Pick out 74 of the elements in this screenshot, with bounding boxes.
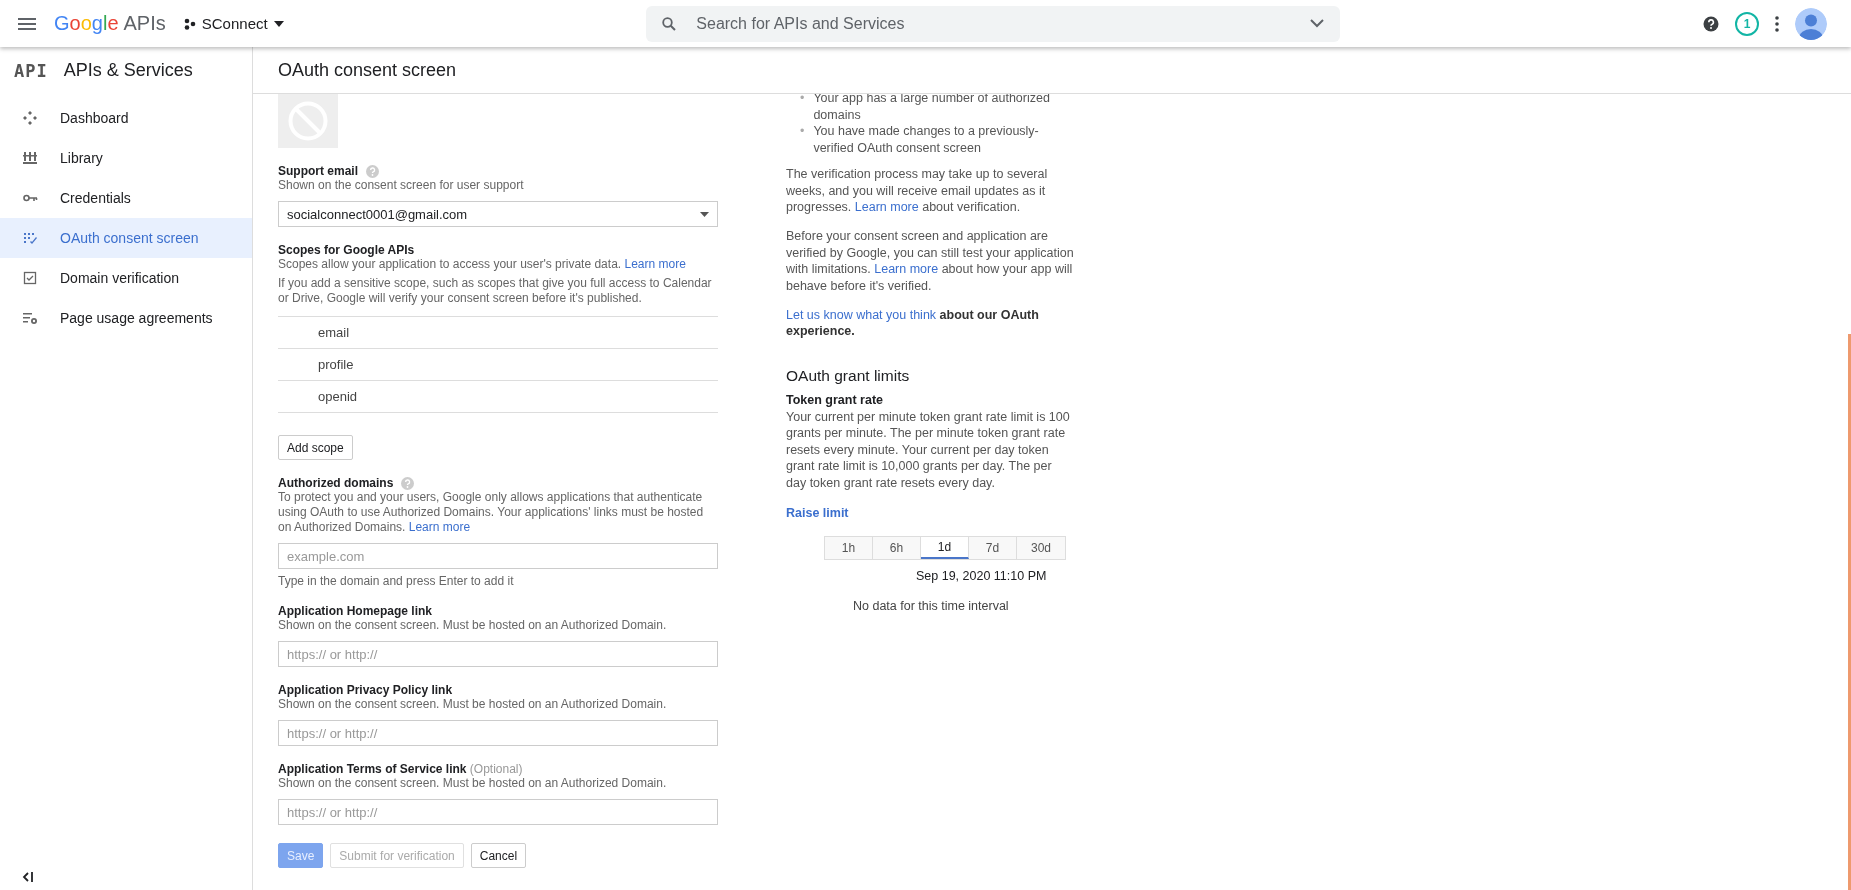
sidebar-title: APIs & Services bbox=[63, 60, 193, 81]
bullet-marker: • bbox=[800, 94, 805, 107]
field-label: Authorized domains bbox=[278, 476, 394, 490]
checkbox-icon bbox=[22, 270, 38, 286]
time-range-tab[interactable]: 30d bbox=[1017, 536, 1065, 559]
field-description: Scopes allow your application to access your user's private data. Learn more bbox=[278, 257, 687, 272]
add-scope-button[interactable]: Add scope bbox=[278, 435, 353, 460]
url-input[interactable]: https:// or http:// bbox=[278, 641, 718, 667]
learn-more-link[interactable]: Learn more bbox=[854, 200, 919, 214]
menu-icon[interactable] bbox=[18, 17, 36, 30]
field-label: Scopes for Google APIs bbox=[278, 243, 416, 257]
dropdown-arrow-icon bbox=[700, 211, 709, 217]
learn-more-link[interactable]: Let us know what you think bbox=[786, 307, 937, 322]
caret-icon bbox=[273, 20, 284, 27]
section-title: OAuth grant limits bbox=[786, 367, 911, 384]
sidebar-item[interactable]: Domain verification bbox=[0, 258, 252, 298]
time-range-tab[interactable]: 6h bbox=[873, 536, 921, 559]
library-icon bbox=[22, 150, 38, 166]
field-hint: Type in the domain and press Enter to add it bbox=[278, 574, 515, 588]
empty-message: No data for this time interval bbox=[853, 598, 1010, 615]
learn-more-link[interactable]: Learn more bbox=[408, 520, 471, 534]
field-label: Application Terms of Service link (Optional) bbox=[278, 762, 524, 776]
time-range-tab[interactable]: 1h bbox=[825, 536, 873, 559]
learn-more-link[interactable]: Learn more bbox=[624, 257, 686, 271]
help-icon[interactable] bbox=[1703, 15, 1719, 32]
bullet-item: You have made changes to a previously-verified OAuth consent screen bbox=[813, 123, 1040, 156]
field-label: Support email bbox=[278, 164, 358, 178]
field-description: Shown on the consent screen for user support bbox=[278, 178, 525, 193]
time-range-tab[interactable]: 1d bbox=[921, 536, 969, 559]
field-description: Shown on the consent screen. Must be hosted on an Authorized Domain. bbox=[278, 776, 668, 791]
time-range-tab[interactable]: 7d bbox=[969, 536, 1017, 559]
field-description: To protect you and your users, Google only allows applications that authenticate using OAuth to use Authorized Domains. Your applications' links must be hosted on Authorized Domains. Learn more bbox=[278, 490, 705, 535]
sidebar-item[interactable]: OAuth consent screen bbox=[0, 218, 252, 258]
info-paragraph: Let us know what you think about our OAuth experience. bbox=[786, 306, 1040, 340]
collapse-icon[interactable] bbox=[22, 872, 34, 882]
api-logo: API bbox=[14, 60, 48, 81]
url-input[interactable]: https:// or http:// bbox=[278, 720, 718, 746]
dots-icon bbox=[183, 17, 196, 30]
field-note: If you add a sensitive scope, such as scopes that give you full access to Calendar or Drive, Google will verify your consent screen before it's published. bbox=[278, 276, 713, 306]
form-button[interactable]: Cancel bbox=[470, 843, 527, 868]
scope-row: email bbox=[278, 317, 718, 349]
more-icon[interactable] bbox=[1775, 15, 1779, 32]
info-paragraph: The verification process may take up to several weeks, and you will receive email updates as it progresses. Learn more about verification. bbox=[786, 166, 1049, 216]
sidebar-item[interactable]: Library bbox=[0, 138, 252, 178]
field-description: Shown on the consent screen. Must be hosted on an Authorized Domain. bbox=[278, 697, 668, 712]
sidebar-item[interactable]: Credentials bbox=[0, 178, 252, 218]
learn-more-link[interactable]: Learn more bbox=[874, 262, 939, 276]
dashboard-icon bbox=[22, 110, 38, 126]
section-subtitle: Token grant rate bbox=[786, 392, 884, 409]
sidebar-item[interactable]: Dashboard bbox=[0, 98, 252, 138]
agreements-icon bbox=[22, 310, 38, 326]
project-selector[interactable]: SConnect bbox=[183, 15, 284, 32]
page-title: OAuth consent screen bbox=[253, 47, 1851, 94]
bullet-marker: • bbox=[800, 123, 805, 140]
timestamp: Sep 19, 2020 11:10 PM bbox=[916, 567, 1048, 584]
search-icon bbox=[662, 16, 677, 31]
chevron-icon[interactable] bbox=[1310, 19, 1325, 28]
avatar-icon[interactable] bbox=[1795, 7, 1827, 40]
url-input[interactable]: https:// or http:// bbox=[278, 799, 718, 825]
email-select[interactable]: socialconnect0001@gmail.com bbox=[278, 201, 718, 227]
info-paragraph: Your current per minute token grant rate limit is 100 grants per minute. The per minute token grant rate resets every minute. Your current per day token grant rate limit is 10,000 grants per day. The per day token grant rate resets every day. bbox=[786, 408, 1071, 491]
sidebar-item[interactable]: Page usage agreements bbox=[0, 298, 252, 338]
info-paragraph: Before your consent screen and application are verified by Google, you can still test your application with limitations. Learn more about how your app will behave before it's verified. bbox=[786, 228, 1074, 294]
scope-row: profile bbox=[278, 349, 718, 381]
domain-input[interactable]: example.com bbox=[278, 543, 718, 569]
google-apis-logo[interactable]: Google APIs bbox=[54, 12, 166, 35]
field-label: Application Homepage link bbox=[278, 604, 434, 618]
oauth-icon bbox=[22, 230, 38, 246]
field-label: Application Privacy Policy link bbox=[278, 683, 454, 697]
scope-row: openid bbox=[278, 381, 718, 413]
search-input[interactable]: Search for APIs and Services bbox=[694, 13, 1293, 34]
raise-limit-link[interactable]: Raise limit bbox=[786, 505, 849, 522]
search-bar[interactable]: Search for APIs and Services bbox=[646, 5, 1341, 42]
field-description: Shown on the consent screen. Must be hosted on an Authorized Domain. bbox=[278, 618, 668, 633]
